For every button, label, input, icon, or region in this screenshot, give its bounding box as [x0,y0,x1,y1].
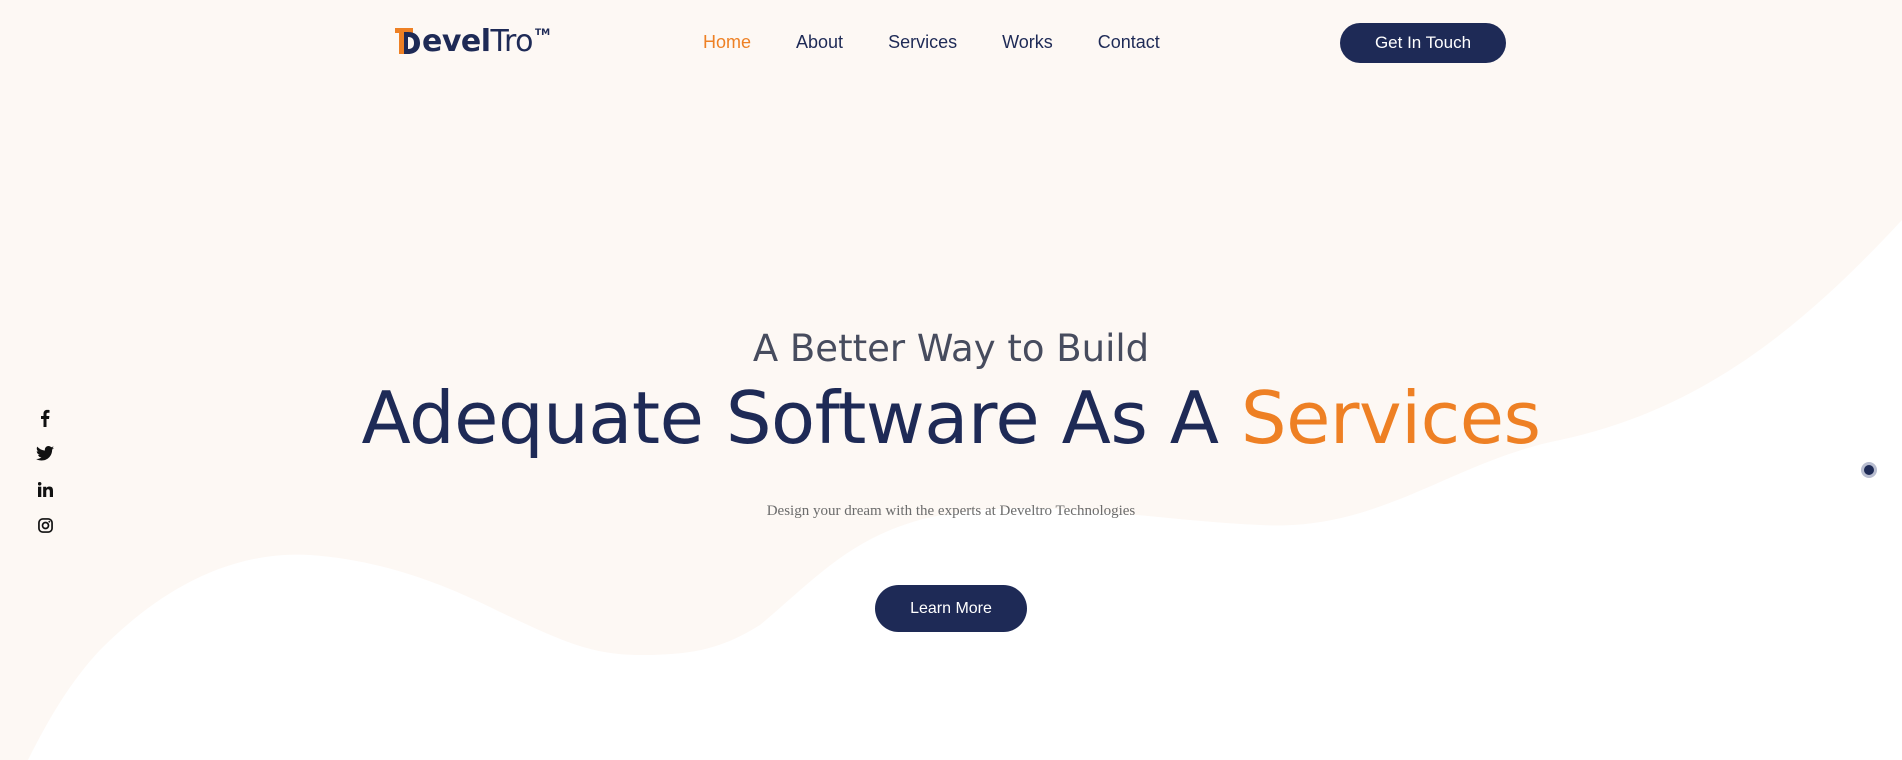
main-nav: Home About Services Works Contact [703,30,1160,54]
get-in-touch-button[interactable]: Get In Touch [1340,23,1506,63]
learn-more-button[interactable]: Learn More [875,585,1027,632]
hero-tagline: Design your dream with the experts at De… [766,503,1136,519]
logo-text-bold: evel [422,24,491,59]
logo-trademark: TM [535,28,551,38]
nav-item-contact[interactable]: Contact [1098,30,1160,54]
logo-text-light: Tro [490,24,534,59]
linkedin-icon[interactable] [36,480,54,499]
nav-item-services[interactable]: Services [888,30,957,54]
hero-subheading: A Better Way to Build [752,327,1150,370]
nav-item-works[interactable]: Works [1002,30,1053,54]
logo-mark-icon [395,28,421,58]
hero-headline-main: Adequate Software As A [361,376,1241,460]
landing-page: evel Tro TM Home About Services Works Co… [0,0,1902,760]
nav-item-about[interactable]: About [796,30,843,54]
scroll-indicator-icon[interactable] [1861,462,1877,478]
hero-headline-accent: Services [1240,376,1541,460]
brand-logo[interactable]: evel Tro TM [395,25,550,59]
hero-headline: Adequate Software As A Services [0,373,1902,463]
nav-item-home[interactable]: Home [703,30,751,54]
